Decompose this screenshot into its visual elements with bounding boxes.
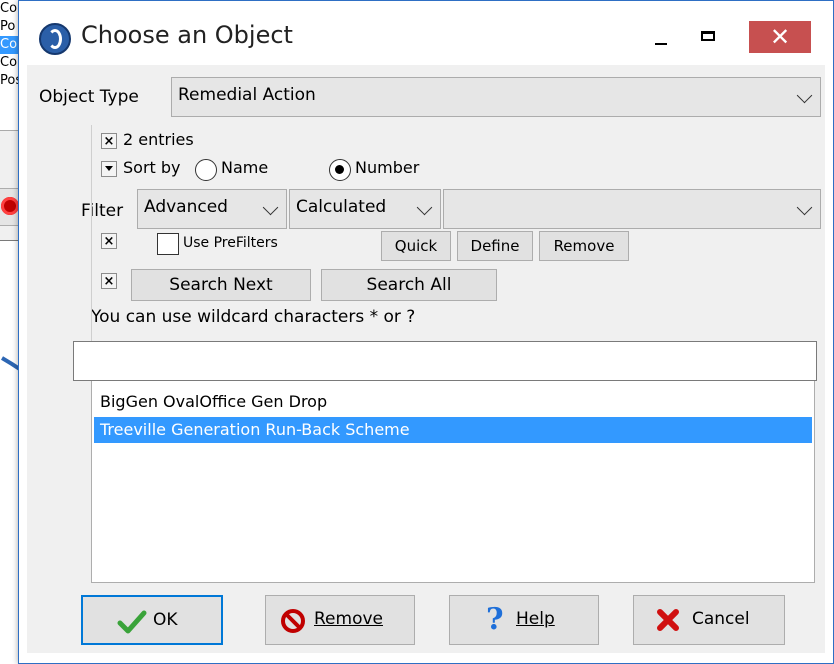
chevron-down-icon <box>796 199 813 216</box>
cancel-button[interactable]: Cancel <box>633 595 785 645</box>
entries-count: 2 entries <box>123 130 194 149</box>
cancel-x-icon <box>657 609 679 631</box>
quick-button[interactable]: Quick <box>381 231 451 261</box>
sort-number-radio[interactable] <box>329 159 351 181</box>
cancel-label: Cancel <box>692 609 750 629</box>
minimize-icon[interactable] <box>651 25 673 49</box>
list-item-label: BigGen OvalOffice Gen Drop <box>100 392 328 411</box>
list-item-selected[interactable]: Treeville Generation Run-Back Scheme <box>94 417 812 443</box>
remove-filter-button[interactable]: Remove <box>539 231 629 261</box>
title-bar[interactable]: Choose an Object ✕ <box>19 1 833 63</box>
define-button[interactable]: Define <box>457 231 533 261</box>
chevron-down-icon <box>262 199 279 216</box>
chevron-down-icon <box>416 199 433 216</box>
search-collapse-icon[interactable]: × <box>101 273 117 289</box>
stop-icon <box>1 197 19 215</box>
use-prefilters-checkbox[interactable] <box>157 233 179 255</box>
wildcard-hint: You can use wildcard characters * or ? <box>91 307 416 327</box>
filter-mode-value: Advanced <box>144 197 228 217</box>
object-type-value: Remedial Action <box>178 85 316 105</box>
help-button[interactable]: ? Help <box>449 595 599 645</box>
sort-options-dropdown-icon[interactable] <box>101 161 117 177</box>
sort-name-label: Name <box>221 158 269 177</box>
search-all-button[interactable]: Search All <box>321 269 497 301</box>
filter-label: Filter <box>81 201 124 221</box>
filter-mode-dropdown[interactable]: Advanced <box>137 189 287 229</box>
filter-field-dropdown[interactable]: Calculated <box>289 189 441 229</box>
list-item-label: Treeville Generation Run-Back Scheme <box>100 420 410 439</box>
prefilters-collapse-icon[interactable]: × <box>101 233 117 249</box>
remove-label: Remove <box>314 609 383 629</box>
sort-name-radio[interactable] <box>195 159 217 181</box>
maximize-icon[interactable] <box>699 27 719 45</box>
filter-field-value: Calculated <box>296 197 387 217</box>
app-logo-icon <box>39 23 71 55</box>
help-icon: ? <box>486 602 504 637</box>
sort-by-label: Sort by <box>123 158 181 177</box>
dialog-title: Choose an Object <box>81 21 293 49</box>
object-type-label: Object Type <box>39 87 139 107</box>
search-next-button[interactable]: Search Next <box>131 269 311 301</box>
search-input[interactable] <box>73 341 817 381</box>
entries-collapse-icon[interactable]: × <box>101 133 117 149</box>
no-entry-icon <box>281 609 305 633</box>
close-button[interactable]: ✕ <box>749 21 811 53</box>
filter-value-dropdown[interactable] <box>443 189 821 229</box>
choose-object-dialog: Choose an Object ✕ Object Type Remedial … <box>18 0 834 664</box>
use-prefilters-label: Use PreFilters <box>183 235 278 251</box>
results-list[interactable]: BigGen OvalOffice Gen Drop Treeville Gen… <box>91 381 815 583</box>
list-item[interactable]: BigGen OvalOffice Gen Drop <box>94 389 812 415</box>
checkmark-icon <box>117 610 147 634</box>
chevron-down-icon <box>796 87 813 104</box>
sort-number-label: Number <box>355 158 420 177</box>
remove-button[interactable]: Remove <box>265 595 415 645</box>
ok-button[interactable]: OK <box>81 595 223 645</box>
object-type-dropdown[interactable]: Remedial Action <box>171 77 821 117</box>
help-label: Help <box>516 609 555 629</box>
ok-label: OK <box>153 610 178 630</box>
